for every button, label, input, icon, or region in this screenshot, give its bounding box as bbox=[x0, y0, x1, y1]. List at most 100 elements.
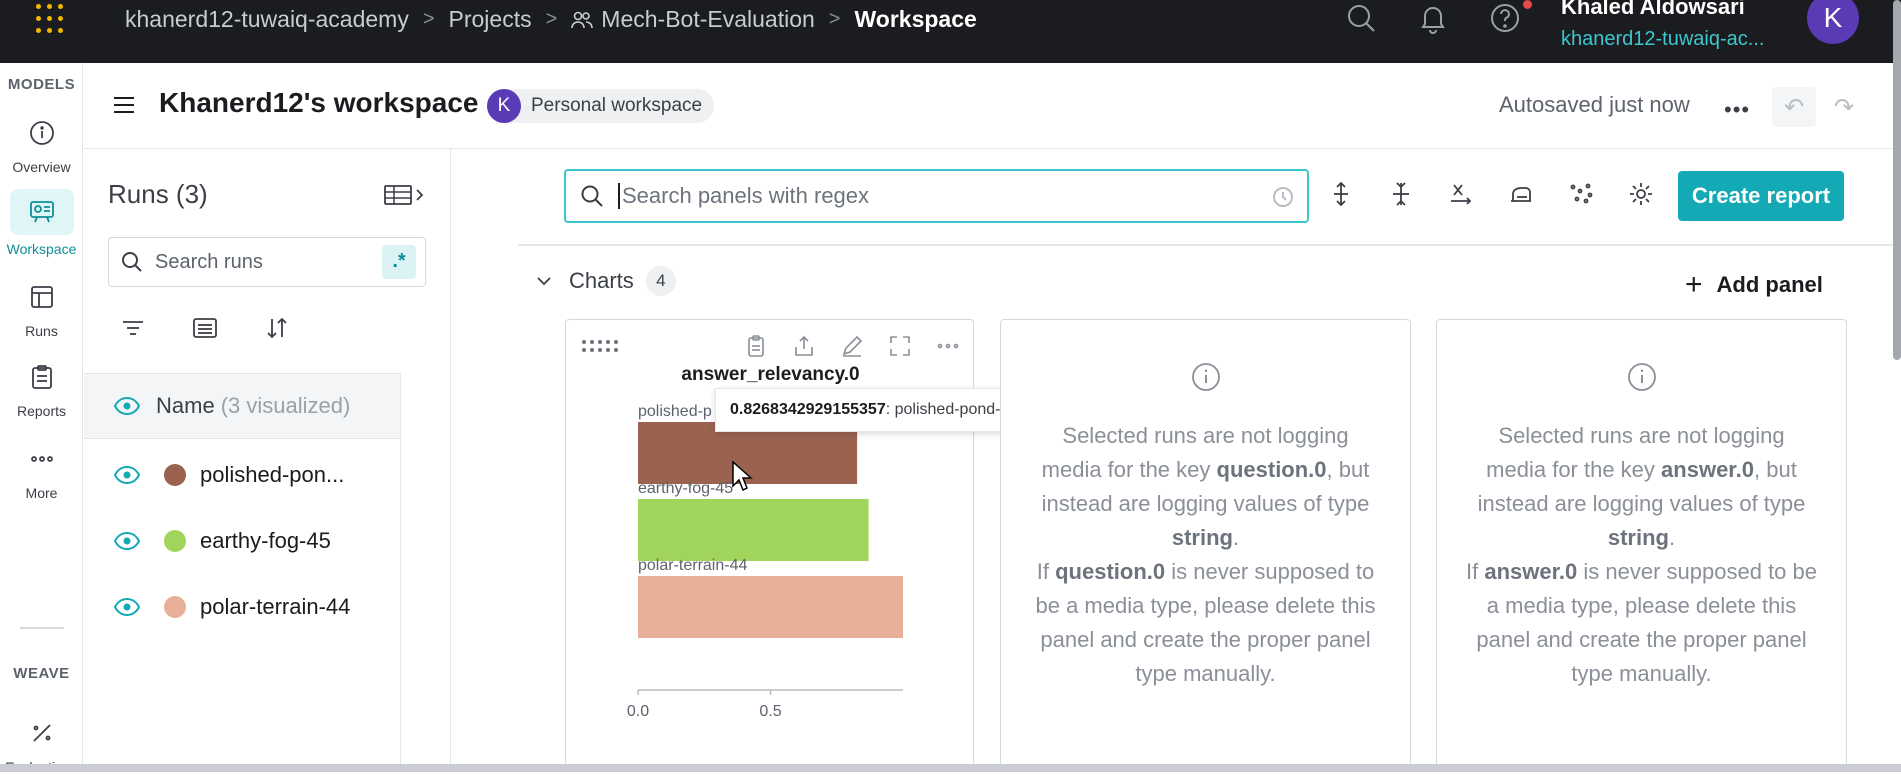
run-row[interactable]: earthy-fog-45 bbox=[114, 521, 404, 561]
warning-key: answer.0 bbox=[1661, 457, 1754, 482]
run-color-dot[interactable] bbox=[164, 464, 186, 486]
wandb-logo-icon[interactable] bbox=[36, 4, 66, 34]
panel-message: Selected runs are not logging media for … bbox=[1001, 362, 1410, 691]
nav-workspace[interactable]: Workspace bbox=[0, 189, 83, 257]
models-section-label: MODELS bbox=[7, 76, 76, 93]
notification-dot bbox=[1523, 0, 1532, 9]
bar[interactable] bbox=[638, 576, 903, 638]
chart-panel[interactable]: answer_relevancy.0 polished-p earthy-fog-… bbox=[565, 319, 974, 772]
x-tick-label: 0.0 bbox=[627, 703, 649, 720]
redo-button[interactable]: ↷ bbox=[1822, 87, 1866, 127]
run-color-dot[interactable] bbox=[164, 530, 186, 552]
name-column-label: Name bbox=[156, 393, 215, 418]
bar[interactable] bbox=[638, 499, 869, 561]
warning-line: panel and create the proper panel bbox=[1476, 627, 1807, 652]
warning-text: is never supposed to bbox=[1165, 559, 1375, 584]
bar-chart[interactable]: polished-p earthy-fog-45 polar-terrain-44 0… bbox=[566, 390, 973, 773]
warning-text: If bbox=[1036, 559, 1056, 584]
badge-avatar: K bbox=[487, 89, 521, 123]
avatar[interactable]: K bbox=[1807, 0, 1859, 44]
panel-message: Selected runs are not logging media for … bbox=[1437, 362, 1846, 691]
menu-icon[interactable] bbox=[114, 97, 134, 118]
plus-icon: + bbox=[1685, 268, 1703, 301]
charts-section-header[interactable]: Charts 4 bbox=[537, 266, 676, 296]
sort-icon[interactable] bbox=[264, 315, 290, 341]
evaluations-icon bbox=[32, 724, 51, 742]
bar-label[interactable]: polar-terrain-44 bbox=[638, 557, 747, 574]
media-warning-panel[interactable]: Selected runs are not logging media for … bbox=[1000, 319, 1411, 772]
x-axis-icon[interactable] bbox=[1448, 181, 1474, 207]
collapse-vertical-icon[interactable] bbox=[1388, 181, 1414, 207]
warning-text: . bbox=[1669, 525, 1676, 550]
eye-icon[interactable] bbox=[114, 397, 140, 415]
workspace-header: Khanerd12's workspace K Personal workspa… bbox=[84, 63, 1901, 149]
team-icon bbox=[571, 11, 594, 28]
edit-icon[interactable] bbox=[840, 334, 864, 358]
run-row[interactable]: polar-terrain-44 bbox=[114, 587, 404, 627]
nav-more[interactable]: More bbox=[0, 439, 83, 501]
nav-overview-label: Overview bbox=[12, 159, 71, 175]
nav-runs-label: Runs bbox=[25, 323, 58, 339]
eye-icon[interactable] bbox=[114, 466, 140, 484]
vertical-scrollbar[interactable] bbox=[1893, 0, 1901, 360]
more-options-icon[interactable]: ••• bbox=[1724, 97, 1750, 123]
info-icon bbox=[1191, 363, 1220, 391]
breadcrumb-current: Workspace bbox=[854, 6, 977, 32]
name-column-header[interactable]: Name (3 visualized) bbox=[84, 373, 400, 439]
breadcrumb-project[interactable]: Mech-Bot-Evaluation bbox=[571, 6, 815, 33]
run-name[interactable]: polished-pon... bbox=[200, 462, 344, 488]
table-icon bbox=[30, 286, 53, 308]
personal-workspace-badge[interactable]: K Personal workspace bbox=[487, 89, 715, 123]
nav-divider bbox=[20, 627, 64, 629]
visualized-count: (3 visualized) bbox=[220, 393, 351, 418]
runs-search-input[interactable]: Search runs bbox=[108, 237, 426, 287]
gear-icon[interactable] bbox=[1628, 181, 1654, 207]
eye-icon[interactable] bbox=[114, 532, 140, 550]
bell-icon[interactable] bbox=[1417, 2, 1449, 34]
run-color-dot[interactable] bbox=[164, 596, 186, 618]
history-icon[interactable] bbox=[1271, 185, 1295, 209]
media-warning-panel[interactable]: Selected runs are not logging media for … bbox=[1436, 319, 1847, 772]
eye-icon[interactable] bbox=[114, 598, 140, 616]
chevron-right-icon: > bbox=[422, 8, 435, 30]
warning-line: string. bbox=[1021, 521, 1390, 555]
share-icon[interactable] bbox=[792, 334, 816, 358]
add-panel-button[interactable]: + Add panel bbox=[1685, 268, 1823, 302]
warning-key: question.0 bbox=[1216, 457, 1327, 482]
undo-button[interactable]: ↶ bbox=[1772, 87, 1816, 127]
fullscreen-icon[interactable] bbox=[888, 334, 912, 358]
horizontal-scrollbar[interactable] bbox=[0, 764, 1901, 772]
panel-actions bbox=[744, 334, 960, 358]
nav-runs[interactable]: Runs bbox=[0, 277, 83, 339]
run-name[interactable]: polar-terrain-44 bbox=[200, 594, 350, 620]
runs-title: Runs (3) bbox=[108, 179, 208, 209]
table-expand-icon[interactable] bbox=[384, 183, 426, 207]
nav-reports[interactable]: Reports bbox=[0, 357, 83, 419]
bar-label[interactable]: earthy-fog-45 bbox=[638, 480, 733, 497]
panel-search-input[interactable]: Search panels with regex bbox=[564, 169, 1309, 223]
nav-overview[interactable]: Overview bbox=[0, 113, 83, 175]
outliers-icon[interactable] bbox=[1568, 181, 1594, 207]
chevron-down-icon[interactable] bbox=[537, 274, 551, 288]
run-name[interactable]: earthy-fog-45 bbox=[200, 528, 331, 554]
smoothing-icon[interactable] bbox=[1508, 181, 1534, 207]
create-report-button[interactable]: Create report bbox=[1678, 171, 1844, 221]
info-icon bbox=[29, 121, 54, 145]
group-icon[interactable] bbox=[192, 315, 218, 341]
run-row[interactable]: polished-pon... bbox=[114, 455, 404, 495]
help-icon[interactable] bbox=[1489, 2, 1521, 34]
filter-icon[interactable] bbox=[120, 315, 146, 341]
bar-label[interactable]: polished-p bbox=[638, 403, 712, 420]
user-info[interactable]: Khaled Aldowsari khanerd12-tuwaiq-ac... bbox=[1561, 0, 1764, 51]
search-icon[interactable] bbox=[1345, 2, 1377, 34]
more-icon[interactable] bbox=[936, 334, 960, 358]
search-icon bbox=[122, 252, 142, 272]
breadcrumb-org[interactable]: khanerd12-tuwaiq-academy bbox=[125, 6, 409, 33]
clipboard-icon[interactable] bbox=[744, 334, 768, 358]
regex-toggle[interactable]: .* bbox=[382, 245, 416, 279]
breadcrumb-projects[interactable]: Projects bbox=[449, 6, 532, 33]
drag-handle-icon[interactable] bbox=[582, 340, 618, 352]
x-tick-label: 0.5 bbox=[759, 703, 781, 720]
add-panel-label: Add panel bbox=[1716, 272, 1823, 297]
expand-vertical-icon[interactable] bbox=[1328, 181, 1354, 207]
